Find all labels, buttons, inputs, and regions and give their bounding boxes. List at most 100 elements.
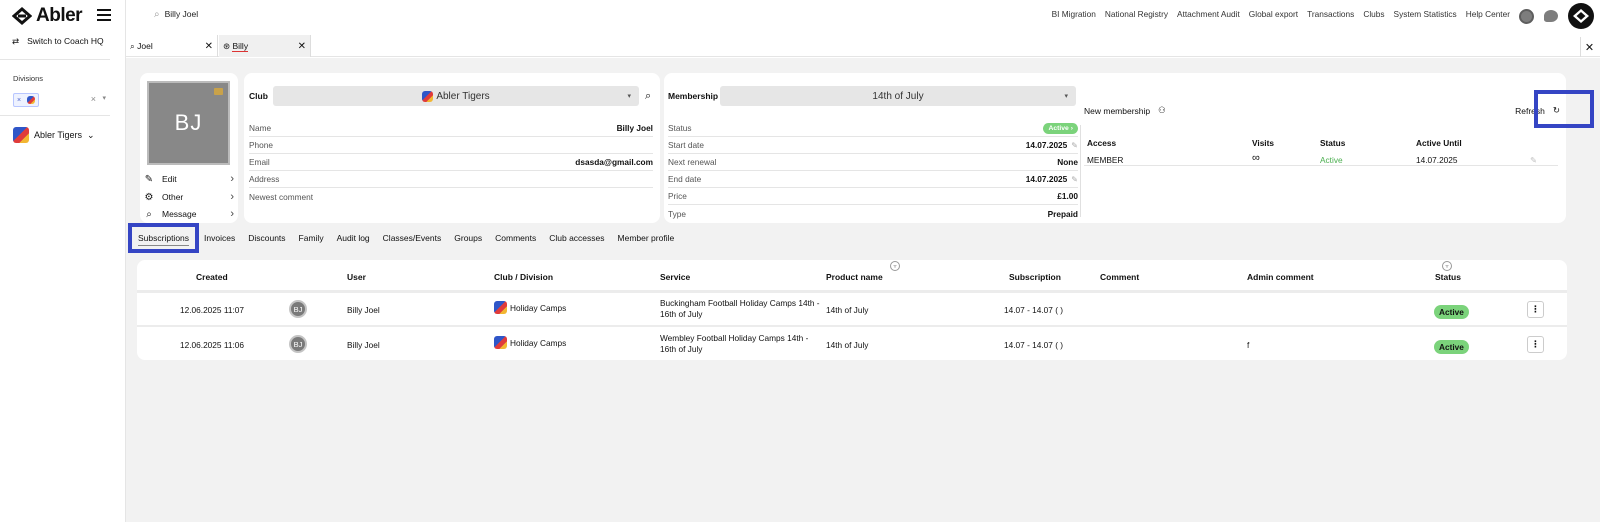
membership-select-row: Membership 14th of July ▾ [668, 86, 1076, 106]
club-cell[interactable]: Holiday Camps [494, 301, 566, 314]
switch-arrows-icon: ⇄ [12, 36, 20, 46]
globe-icon[interactable] [1519, 8, 1534, 24]
field-label: Start date [668, 140, 704, 150]
tab-audit-log[interactable]: Audit log [337, 233, 370, 243]
close-icon[interactable]: ✕ [298, 41, 306, 52]
club-crest-icon [13, 127, 29, 143]
column-header[interactable]: Admin comment [1247, 272, 1314, 282]
more-options-icon[interactable]: ⋮ [1527, 301, 1544, 318]
field-value: dsasda@gmail.com [575, 157, 653, 167]
name-row: Name Billy Joel [249, 120, 653, 137]
nav-national-registry[interactable]: National Registry [1105, 9, 1168, 19]
column-header[interactable]: Created [196, 272, 228, 282]
club-cell-label: Holiday Camps [510, 302, 567, 313]
tab-joel[interactable]: ⌕ Joel ✕ [126, 35, 218, 57]
nav-help-center[interactable]: Help Center [1466, 9, 1510, 19]
search-input[interactable]: Billy Joel [165, 9, 199, 20]
filter-icon[interactable]: ▿ [890, 261, 900, 271]
user-avatar[interactable] [1568, 3, 1594, 29]
search-icon[interactable]: ⌕ [645, 90, 651, 103]
nav-system-statistics[interactable]: System Statistics [1394, 9, 1457, 19]
subscription-cell: 14.07 - 14.07 ( ) [1004, 305, 1064, 315]
division-crest-icon [27, 96, 36, 104]
field-label: Next renewal [668, 157, 717, 167]
abler-logo[interactable]: Abler [12, 5, 83, 27]
column-header[interactable]: Club / Division [494, 272, 553, 282]
field-value: 14.07.2025 [1025, 174, 1068, 184]
nav-bi-migration[interactable]: BI Migration [1052, 9, 1096, 19]
chevron-down-icon[interactable]: ▾ [102, 94, 106, 102]
membership-select[interactable]: 14th of July ▾ [720, 86, 1076, 106]
more-options-icon[interactable]: ⋮ [1527, 336, 1544, 353]
camera-icon[interactable] [214, 88, 223, 95]
user-cell[interactable]: Billy Joel [347, 305, 380, 315]
tab-classes-events[interactable]: Classes/Events [383, 233, 442, 243]
access-value: MEMBER [1087, 155, 1124, 165]
chat-icon[interactable] [1544, 10, 1558, 22]
clear-icon[interactable]: × [91, 94, 96, 104]
filter-icon[interactable]: ▿ [1442, 261, 1452, 271]
profile-photo[interactable]: BJ [147, 81, 230, 165]
club-cell[interactable]: Holiday Camps [494, 336, 566, 349]
divisions-select[interactable]: × × ▾ [13, 92, 108, 108]
membership-select-value: 14th of July [872, 90, 924, 102]
field-value: £1.00 [1057, 191, 1078, 201]
created-cell: 12.06.2025 11:07 [180, 305, 244, 315]
user-cell[interactable]: Billy Joel [347, 340, 380, 350]
column-header[interactable]: Product name [826, 272, 883, 282]
pencil-icon: ✎ [144, 173, 154, 185]
nav-global-export[interactable]: Global export [1249, 9, 1298, 19]
type-row: Type Prepaid [668, 205, 1078, 222]
main-content: BJ ✎ Edit › ⚙ Other › ⌕ Message › Club A… [126, 58, 1600, 522]
pencil-icon[interactable]: ✎ [1530, 155, 1537, 165]
chip-remove-icon[interactable]: × [17, 97, 21, 104]
table-row[interactable]: 12.06.2025 11:07 BJ Billy Joel Holiday C… [137, 293, 1567, 327]
table-row[interactable]: 12.06.2025 11:06 BJ Billy Joel Holiday C… [137, 328, 1567, 362]
status-badge[interactable]: Active › [1043, 122, 1078, 134]
column-header[interactable]: Status [1435, 272, 1461, 282]
field-label: Address [249, 174, 280, 184]
new-membership-button[interactable]: New membership ⚇ [1084, 105, 1166, 116]
status-row: Status Active › [668, 120, 1078, 137]
tab-comments[interactable]: Comments [495, 233, 536, 243]
menu-icon[interactable] [97, 9, 111, 24]
pencil-icon[interactable]: ✎ [1071, 141, 1078, 150]
message-action[interactable]: ⌕ Message › [144, 207, 234, 221]
tab-family[interactable]: Family [299, 233, 324, 243]
club-select[interactable]: Abler Tigers ▾ [273, 86, 639, 106]
profile-card: BJ ✎ Edit › ⚙ Other › ⌕ Message › [140, 73, 238, 223]
chevron-down-icon: ▾ [1064, 93, 1068, 100]
tab-label: Billy [232, 40, 249, 52]
nav-transactions[interactable]: Transactions [1307, 9, 1354, 19]
nav-attachment-audit[interactable]: Attachment Audit [1177, 9, 1240, 19]
tab-subscriptions[interactable]: Subscriptions [128, 223, 200, 253]
global-search[interactable]: ⌕ Billy Joel [154, 9, 198, 20]
tab-club-accesses[interactable]: Club accesses [549, 233, 604, 243]
close-icon[interactable]: ✕ [205, 41, 213, 52]
tab-member-profile[interactable]: Member profile [618, 233, 675, 243]
tab-invoices[interactable]: Invoices [204, 233, 235, 243]
field-label: End date [668, 174, 702, 184]
column-header[interactable]: User [347, 272, 366, 282]
field-label: Status [668, 123, 692, 133]
switch-to-coach-hq[interactable]: ⇄ Switch to Coach HQ [12, 36, 104, 47]
close-all-tabs-button[interactable]: ✕ [1580, 37, 1598, 57]
tab-groups[interactable]: Groups [454, 233, 482, 243]
column-header[interactable]: Subscription [1009, 272, 1061, 282]
nav-clubs[interactable]: Clubs [1363, 9, 1384, 19]
club-switcher[interactable]: Abler Tigers ⌄ [13, 127, 95, 143]
email-row: Email dsasda@gmail.com [249, 154, 653, 171]
edit-action[interactable]: ✎ Edit › [144, 172, 234, 186]
column-header[interactable]: Comment [1100, 272, 1139, 282]
tab-billy[interactable]: ⊛ Billy ✕ [219, 35, 311, 57]
product-cell: 14th of July [826, 340, 869, 350]
other-action[interactable]: ⚙ Other › [144, 190, 234, 204]
column-header[interactable]: Service [660, 272, 690, 282]
tab-discounts[interactable]: Discounts [248, 233, 285, 243]
division-chip[interactable]: × [13, 93, 39, 107]
pencil-icon[interactable]: ✎ [1071, 175, 1078, 184]
chevron-right-icon: › [230, 191, 234, 203]
subscriptions-table: Created User Club / Division Service Pro… [137, 260, 1567, 360]
club-label: Club [249, 91, 268, 101]
edit-label: Edit [162, 174, 177, 184]
